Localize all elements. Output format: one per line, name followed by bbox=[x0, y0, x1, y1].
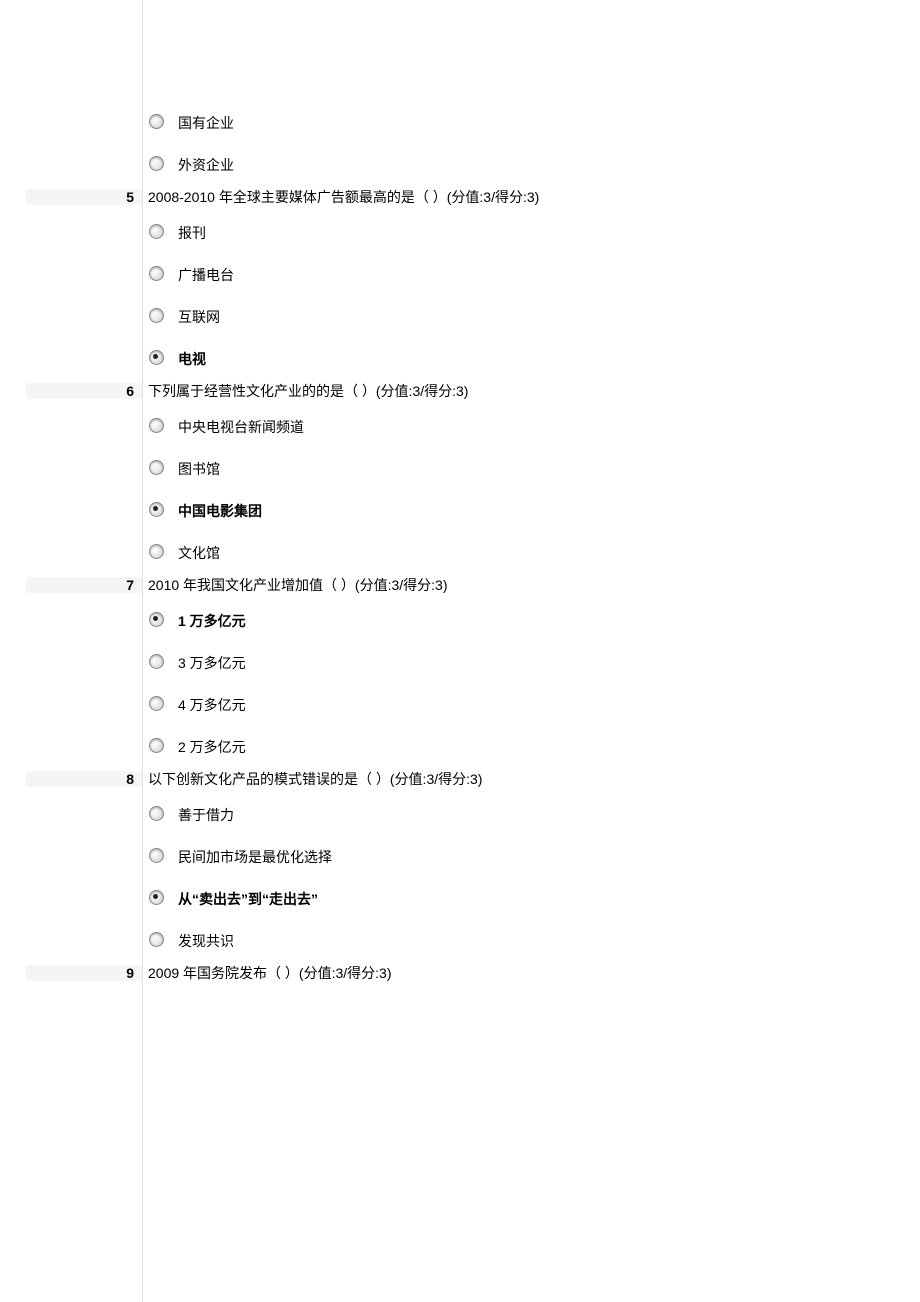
radio-button[interactable] bbox=[149, 418, 164, 433]
radio-cell bbox=[142, 544, 170, 559]
question-text: 2009 年国务院发布（ ）(分值:3/得分:3) bbox=[142, 963, 920, 983]
option-row[interactable]: 发现共识 bbox=[26, 918, 920, 960]
option-row[interactable]: 3 万多亿元 bbox=[26, 640, 920, 682]
option-row[interactable]: 互联网 bbox=[26, 294, 920, 336]
radio-cell bbox=[142, 350, 170, 365]
option-label: 民间加市场是最优化选择 bbox=[170, 843, 920, 867]
option-label: 2 万多亿元 bbox=[170, 733, 920, 757]
option-row[interactable]: 报刊 bbox=[26, 210, 920, 252]
radio-cell bbox=[142, 308, 170, 323]
question-number: 6 bbox=[26, 383, 142, 399]
radio-button[interactable] bbox=[149, 266, 164, 281]
radio-button[interactable] bbox=[149, 308, 164, 323]
option-row[interactable]: 中央电视台新闻频道 bbox=[26, 404, 920, 446]
radio-cell bbox=[142, 266, 170, 281]
option-row[interactable]: 外资企业 bbox=[26, 142, 920, 184]
radio-cell bbox=[142, 418, 170, 433]
question-row: 8以下创新文化产品的模式错误的是（ ）(分值:3/得分:3) bbox=[26, 766, 920, 792]
radio-button[interactable] bbox=[149, 612, 164, 627]
radio-cell bbox=[142, 612, 170, 627]
radio-cell bbox=[142, 848, 170, 863]
question-number: 5 bbox=[26, 189, 142, 205]
option-label: 外资企业 bbox=[170, 151, 920, 175]
question-row: 92009 年国务院发布（ ）(分值:3/得分:3) bbox=[26, 960, 920, 986]
radio-cell bbox=[142, 806, 170, 821]
option-label: 文化馆 bbox=[170, 539, 920, 563]
question-number: 7 bbox=[26, 577, 142, 593]
option-row[interactable]: 4 万多亿元 bbox=[26, 682, 920, 724]
radio-cell bbox=[142, 502, 170, 517]
question-text: 2010 年我国文化产业增加值（ ）(分值:3/得分:3) bbox=[142, 575, 920, 595]
question-row: 72010 年我国文化产业增加值（ ）(分值:3/得分:3) bbox=[26, 572, 920, 598]
radio-cell bbox=[142, 738, 170, 753]
option-row[interactable]: 广播电台 bbox=[26, 252, 920, 294]
radio-button[interactable] bbox=[149, 806, 164, 821]
vertical-divider bbox=[142, 0, 143, 1302]
option-label: 图书馆 bbox=[170, 455, 920, 479]
question-number: 9 bbox=[26, 965, 142, 981]
option-row[interactable]: 2 万多亿元 bbox=[26, 724, 920, 766]
option-row[interactable]: 1 万多亿元 bbox=[26, 598, 920, 640]
radio-cell bbox=[142, 696, 170, 711]
option-label: 3 万多亿元 bbox=[170, 649, 920, 673]
radio-button[interactable] bbox=[149, 460, 164, 475]
option-row[interactable]: 中国电影集团 bbox=[26, 488, 920, 530]
option-row[interactable]: 善于借力 bbox=[26, 792, 920, 834]
radio-button[interactable] bbox=[149, 224, 164, 239]
radio-cell bbox=[142, 156, 170, 171]
option-label: 1 万多亿元 bbox=[170, 607, 920, 631]
radio-button[interactable] bbox=[149, 502, 164, 517]
radio-button[interactable] bbox=[149, 156, 164, 171]
radio-cell bbox=[142, 460, 170, 475]
radio-button[interactable] bbox=[149, 738, 164, 753]
radio-cell bbox=[142, 890, 170, 905]
question-row: 6下列属于经营性文化产业的的是（ ）(分值:3/得分:3) bbox=[26, 378, 920, 404]
radio-button[interactable] bbox=[149, 890, 164, 905]
question-row: 52008-2010 年全球主要媒体广告额最高的是（ ）(分值:3/得分:3) bbox=[26, 184, 920, 210]
option-row[interactable]: 国有企业 bbox=[26, 100, 920, 142]
radio-button[interactable] bbox=[149, 114, 164, 129]
option-row[interactable]: 电视 bbox=[26, 336, 920, 378]
option-row[interactable]: 图书馆 bbox=[26, 446, 920, 488]
quiz-page: 国有企业外资企业 52008-2010 年全球主要媒体广告额最高的是（ ）(分值:… bbox=[0, 0, 920, 1302]
option-label: 电视 bbox=[170, 345, 920, 369]
question-text: 2008-2010 年全球主要媒体广告额最高的是（ ）(分值:3/得分:3) bbox=[142, 187, 920, 207]
question-text: 以下创新文化产品的模式错误的是（ ）(分值:3/得分:3) bbox=[142, 769, 920, 789]
question-number: 8 bbox=[26, 771, 142, 787]
option-row[interactable]: 民间加市场是最优化选择 bbox=[26, 834, 920, 876]
option-label: 善于借力 bbox=[170, 801, 920, 825]
radio-button[interactable] bbox=[149, 932, 164, 947]
option-label: 报刊 bbox=[170, 219, 920, 243]
option-label: 发现共识 bbox=[170, 927, 920, 951]
option-label: 互联网 bbox=[170, 303, 920, 327]
radio-button[interactable] bbox=[149, 654, 164, 669]
option-label: 国有企业 bbox=[170, 109, 920, 133]
option-row[interactable]: 从“卖出去”到“走出去” bbox=[26, 876, 920, 918]
radio-cell bbox=[142, 932, 170, 947]
radio-button[interactable] bbox=[149, 848, 164, 863]
option-label: 中央电视台新闻频道 bbox=[170, 413, 920, 437]
option-label: 4 万多亿元 bbox=[170, 691, 920, 715]
radio-cell bbox=[142, 114, 170, 129]
radio-cell bbox=[142, 224, 170, 239]
option-row[interactable]: 文化馆 bbox=[26, 530, 920, 572]
option-label: 广播电台 bbox=[170, 261, 920, 285]
radio-button[interactable] bbox=[149, 350, 164, 365]
question-text: 下列属于经营性文化产业的的是（ ）(分值:3/得分:3) bbox=[142, 381, 920, 401]
radio-button[interactable] bbox=[149, 696, 164, 711]
content-area: 国有企业外资企业52008-2010 年全球主要媒体广告额最高的是（ ）(分值:… bbox=[142, 100, 920, 986]
option-label: 中国电影集团 bbox=[170, 497, 920, 521]
option-label: 从“卖出去”到“走出去” bbox=[170, 885, 920, 909]
radio-cell bbox=[142, 654, 170, 669]
radio-button[interactable] bbox=[149, 544, 164, 559]
